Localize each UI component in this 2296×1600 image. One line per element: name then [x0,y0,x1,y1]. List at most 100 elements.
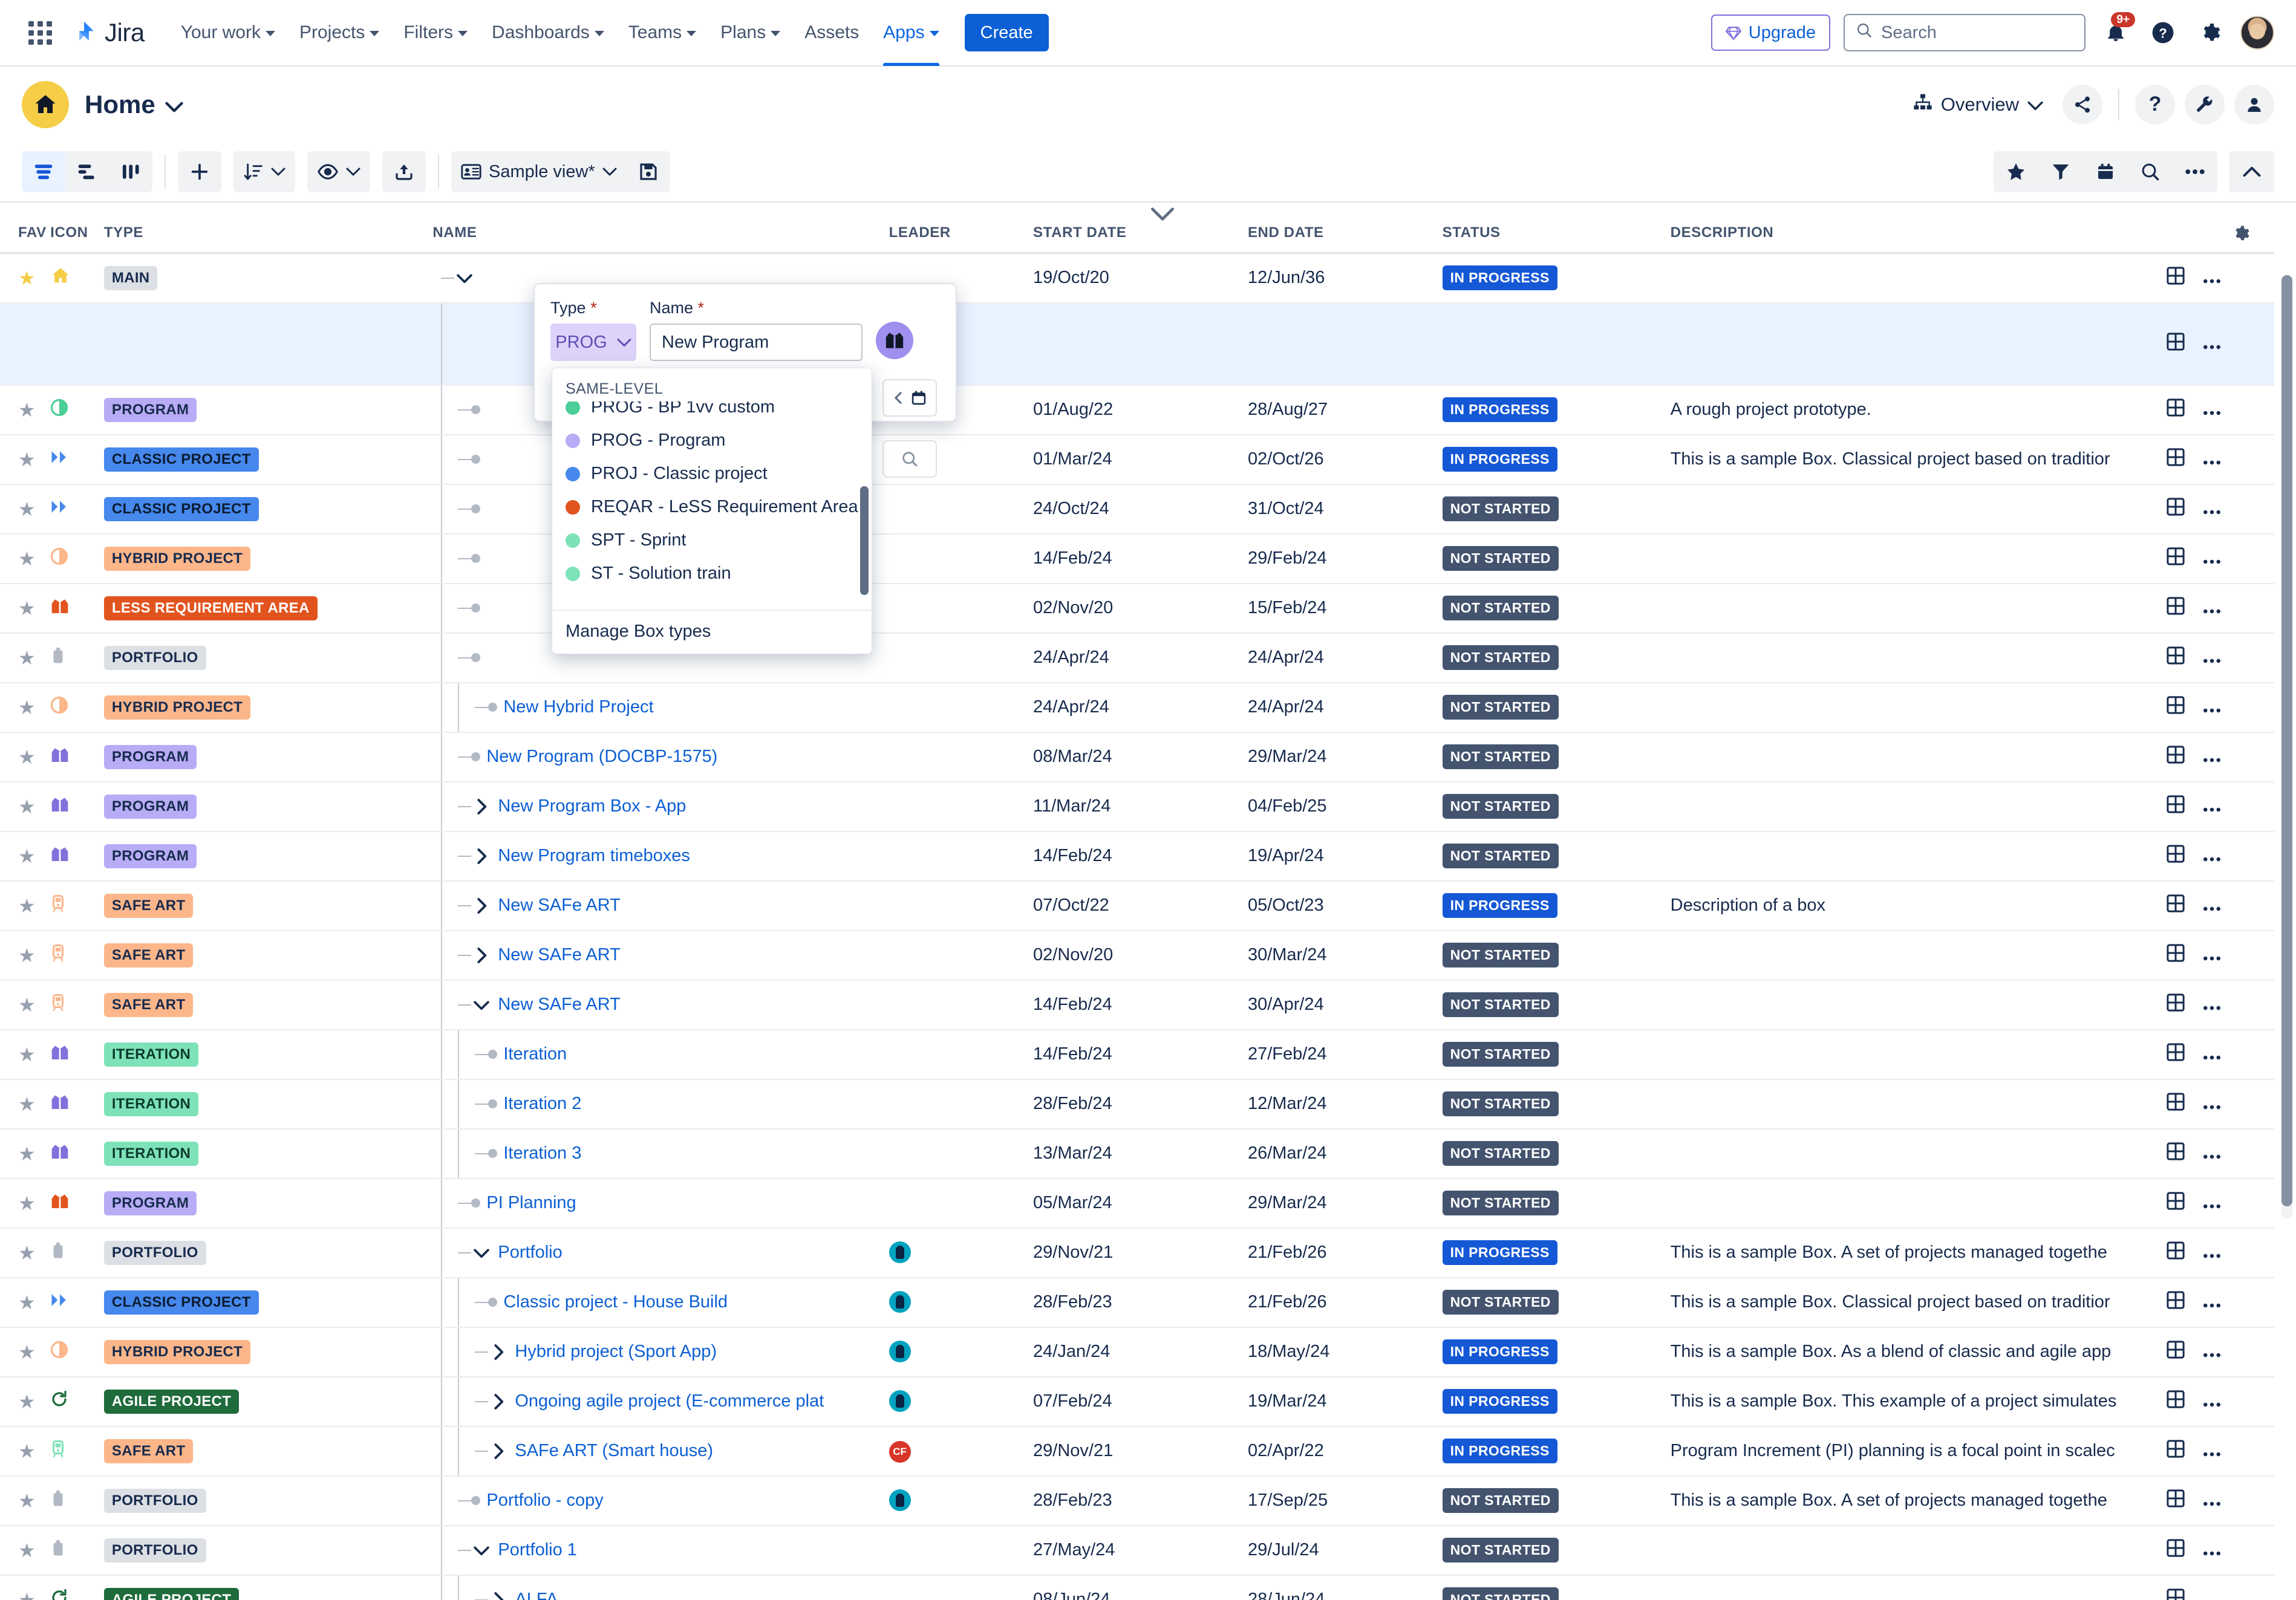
cell-end-date[interactable]: 19/Apr/24 [1247,831,1443,882]
cell-start-date[interactable] [1033,302,1248,386]
favorite-star-icon[interactable]: ★ [18,1440,36,1462]
status-badge[interactable]: IN PROGRESS [1442,893,1557,918]
cell-end-date[interactable]: 31/Oct/24 [1247,484,1443,535]
open-grid-icon[interactable] [2167,1439,2185,1458]
cell-end-date[interactable]: 02/Apr/22 [1247,1426,1443,1477]
cell-start-date[interactable]: 07/Feb/24 [1033,1376,1248,1427]
box-name-link[interactable]: New Hybrid Project [503,697,653,717]
cell-end-date[interactable]: 18/May/24 [1247,1327,1443,1377]
collapse-icon[interactable] [2229,151,2274,192]
status-badge[interactable]: NOT STARTED [1442,1191,1559,1215]
search-icon[interactable] [2128,151,2173,192]
wrench-button[interactable] [2185,84,2225,125]
status-badge[interactable]: NOT STARTED [1442,844,1559,868]
cell-end-date[interactable]: 26/Mar/24 [1247,1128,1443,1179]
filter-icon[interactable] [2038,151,2083,192]
box-name-link[interactable]: Iteration 3 [503,1143,581,1163]
row-more-icon[interactable] [2203,1401,2221,1408]
favorite-star-icon[interactable]: ★ [18,647,36,669]
box-name-link[interactable]: New Program Box - App [498,796,686,816]
favorite-star-icon[interactable]: ★ [18,1044,36,1065]
table-row[interactable]: ★ HYBRID PROJECT Hybrid project (Sport App… [0,1327,2274,1377]
open-grid-icon[interactable] [2167,646,2185,665]
cell-end-date[interactable]: 30/Apr/24 [1247,980,1443,1030]
open-grid-icon[interactable] [2167,1489,2185,1507]
row-more-icon[interactable] [2203,608,2221,615]
upgrade-button[interactable]: Upgrade [1711,15,1830,51]
row-more-icon[interactable] [2203,707,2221,714]
row-more-icon[interactable] [2203,509,2221,516]
table-collapse-toggle-icon[interactable] [1149,205,1176,223]
table-row[interactable]: ★ PORTFOLIO 24/Apr/24 24/Apr/24 NOT STARTED [0,633,2274,683]
view-select[interactable]: Sample view* [451,151,627,192]
visibility-button[interactable] [307,151,370,192]
favorite-star-icon[interactable]: ★ [18,945,36,966]
list-view-icon[interactable] [22,151,65,192]
row-more-icon[interactable] [2203,1252,2221,1260]
person-button[interactable] [2234,84,2274,125]
favorite-star-icon[interactable]: ★ [18,796,36,818]
settings-gear-icon[interactable] [2193,16,2227,50]
dropdown-item[interactable]: SPT - Sprint [552,524,872,557]
table-row[interactable]: ★ PORTFOLIO Portfolio 1 27/May/24 29/Jul/24 N… [0,1525,2274,1576]
open-grid-icon[interactable] [2167,1538,2185,1557]
cell-end-date[interactable]: 29/Mar/24 [1247,1178,1443,1229]
open-grid-icon[interactable] [2167,1142,2185,1160]
cell-end-date[interactable]: 24/Apr/24 [1247,682,1443,733]
overview-view-selector[interactable]: Overview [1903,93,2053,116]
status-badge[interactable]: NOT STARTED [1442,596,1559,620]
status-badge[interactable]: NOT STARTED [1442,695,1559,720]
box-name-link[interactable]: New SAFe ART [498,896,621,915]
open-grid-icon[interactable] [2167,1340,2185,1359]
favorite-star-icon[interactable]: ★ [18,994,36,1016]
table-row[interactable]: ★ CLASSIC PROJECT Classic project - House … [0,1277,2274,1328]
table-row[interactable]: ★ SAFE ART New SAFe ART 02/Nov/20 30/Mar/24 N… [0,930,2274,981]
share-button[interactable] [2063,84,2102,125]
column-header-status[interactable]: STATUS [1442,203,1671,254]
cell-start-date[interactable]: 07/Oct/22 [1033,880,1248,931]
export-icon[interactable] [382,151,426,192]
dropdown-item[interactable]: ST - Solution train [552,557,872,590]
table-row[interactable]: ★ ITERATION Iteration 3 13/Mar/24 26/Mar/24 N… [0,1128,2274,1179]
open-grid-icon[interactable] [2167,1290,2185,1309]
row-expand-toggle-icon[interactable] [471,1247,492,1259]
table-row[interactable]: ★ PROGRAM New Program (DOCBP-1575) 08/Mar/2… [0,732,2274,782]
cell-start-date[interactable]: 14/Feb/24 [1033,1029,1248,1080]
row-more-icon[interactable] [2203,657,2221,665]
open-grid-icon[interactable] [2167,844,2185,863]
table-row[interactable]: ★ HYBRID PROJECT 14/Feb/24 29/Feb/24 NOT STA… [0,533,2274,584]
favorite-star-icon[interactable]: ★ [18,1192,36,1214]
row-expand-toggle-icon[interactable] [454,272,475,284]
cell-start-date[interactable]: 24/Apr/24 [1033,633,1248,683]
cell-end-date[interactable]: 28/Aug/27 [1247,385,1443,435]
row-more-icon[interactable] [2203,1451,2221,1458]
favorite-star-icon[interactable]: ★ [18,1490,36,1512]
jira-logo[interactable]: Jira [71,18,145,47]
leader-avatar[interactable] [889,1489,911,1511]
status-badge[interactable]: NOT STARTED [1442,645,1559,670]
favorite-star-icon[interactable]: ★ [18,449,36,470]
cell-end-date[interactable]: 12/Mar/24 [1247,1079,1443,1130]
cell-start-date[interactable]: 29/Nov/21 [1033,1426,1248,1477]
notifications-bell-icon[interactable]: 9+ [2099,12,2135,50]
table-row[interactable]: ★ SAFE ART New SAFe ART 14/Feb/24 30/Apr/24 N… [0,980,2274,1030]
cell-start-date[interactable]: 01/Aug/22 [1033,385,1248,435]
row-expand-toggle-icon[interactable] [471,897,492,915]
status-badge[interactable]: NOT STARTED [1442,546,1559,571]
box-name-link[interactable]: Portfolio 1 [498,1540,577,1560]
table-row[interactable]: ★ CLASSIC PROJECT 24/Oct/24 31/Oct/24 NOT ST… [0,484,2274,535]
row-expand-toggle-icon[interactable] [488,1591,509,1600]
leader-avatar[interactable] [889,1341,911,1362]
row-more-icon[interactable] [2203,278,2221,285]
cell-end-date[interactable]: 27/Feb/24 [1247,1029,1443,1080]
table-vertical-scrollbar[interactable] [2281,275,2292,1218]
status-badge[interactable]: NOT STARTED [1442,794,1559,819]
open-grid-icon[interactable] [2167,1191,2185,1210]
cell-start-date[interactable]: 08/Mar/24 [1033,732,1248,782]
leader-search-button[interactable] [882,440,937,478]
create-button[interactable]: Create [964,14,1049,51]
favorite-star-icon[interactable]: ★ [18,597,36,619]
row-more-icon[interactable] [2203,1550,2221,1557]
cell-end-date[interactable]: 28/Jun/24 [1247,1575,1443,1600]
leader-avatar[interactable]: CF [889,1440,911,1463]
